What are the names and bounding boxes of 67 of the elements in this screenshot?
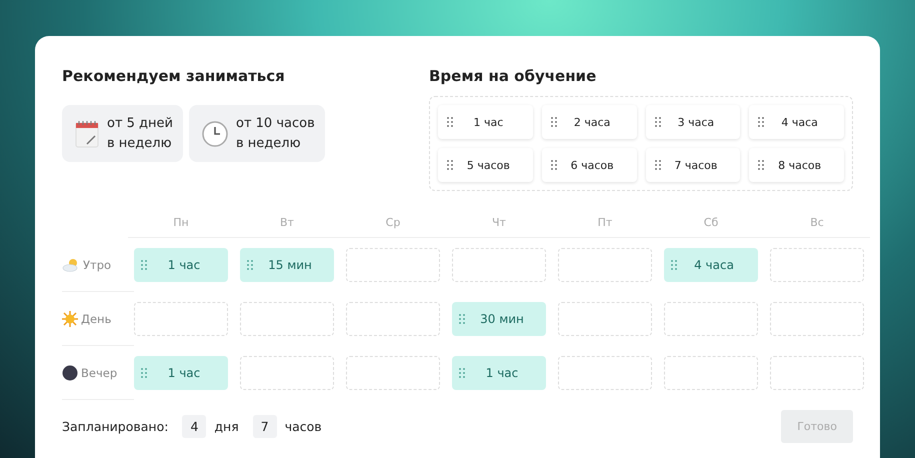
day-header: Ср — [340, 209, 446, 238]
day-header: Вс — [764, 209, 870, 238]
drag-handle-icon[interactable] — [459, 368, 465, 378]
drag-handle-icon[interactable] — [247, 260, 253, 270]
empty-slot[interactable] — [558, 356, 652, 390]
empty-slot[interactable] — [770, 248, 864, 282]
time-chip[interactable]: 5 часов — [438, 148, 533, 182]
day-header: Пн — [128, 209, 234, 238]
drag-handle-icon[interactable] — [447, 160, 453, 170]
day-header: Чт — [446, 209, 552, 238]
time-chip[interactable]: 1 час — [438, 105, 533, 139]
scheduled-chip[interactable]: 15 мин — [240, 248, 334, 282]
empty-slot[interactable] — [134, 302, 228, 336]
drag-handle-icon[interactable] — [654, 160, 660, 170]
empty-slot[interactable] — [452, 248, 546, 282]
drag-handle-icon[interactable] — [758, 160, 764, 170]
drag-handle-icon[interactable] — [654, 117, 660, 127]
scheduled-chip[interactable]: 4 часа — [664, 248, 758, 282]
time-chip[interactable]: 4 часа — [749, 105, 844, 139]
day-header: Сб — [658, 209, 764, 238]
section-title: Время на обучение — [429, 66, 598, 87]
days-unit: дня — [214, 419, 239, 434]
scheduled-chip[interactable]: 1 час — [452, 356, 546, 390]
empty-slot[interactable] — [346, 248, 440, 282]
time-chip[interactable]: 8 часов — [749, 148, 844, 182]
clock-icon — [202, 120, 228, 146]
drag-handle-icon[interactable] — [141, 260, 147, 270]
row-label: Вечер — [81, 366, 118, 380]
empty-slot[interactable] — [558, 248, 652, 282]
time-chip[interactable]: 2 часа — [542, 105, 636, 139]
sun-icon — [62, 310, 78, 326]
drag-handle-icon[interactable] — [447, 117, 453, 127]
empty-slot[interactable] — [240, 356, 334, 390]
empty-slot[interactable] — [770, 302, 864, 336]
empty-slot[interactable] — [664, 302, 758, 336]
empty-slot[interactable] — [346, 302, 440, 336]
scheduled-chip[interactable]: 1 час — [134, 248, 228, 282]
scheduled-chip[interactable]: 1 час — [134, 356, 228, 390]
planned-label: Запланировано: — [62, 419, 168, 434]
empty-slot[interactable] — [770, 356, 864, 390]
days-value: 4 — [182, 415, 206, 438]
row-label: Утро — [83, 258, 112, 272]
empty-slot[interactable] — [346, 356, 440, 390]
empty-slot[interactable] — [240, 302, 334, 336]
drag-handle-icon[interactable] — [758, 117, 764, 127]
day-header: Вт — [234, 209, 340, 238]
empty-slot[interactable] — [664, 356, 758, 390]
time-chip[interactable]: 3 часа — [646, 105, 740, 139]
drag-handle-icon[interactable] — [459, 314, 465, 324]
empty-slot[interactable] — [558, 302, 652, 336]
hours-unit: часов — [284, 419, 322, 434]
section-title: Рекомендуем заниматься — [62, 66, 286, 87]
calendar-icon — [75, 120, 99, 148]
hours-value: 7 — [252, 415, 277, 438]
drag-handle-icon[interactable] — [671, 260, 677, 270]
scheduled-chip[interactable]: 30 мин — [452, 302, 546, 336]
badge-text: от 10 часов в неделю — [236, 114, 315, 152]
badge-text: от 5 дней в неделю — [107, 114, 173, 152]
drag-handle-icon[interactable] — [550, 160, 557, 170]
moon-icon — [62, 364, 78, 380]
row-label: День — [81, 312, 112, 326]
day-header: Пт — [552, 209, 658, 238]
time-chip[interactable]: 7 часов — [646, 148, 740, 182]
time-chip[interactable]: 6 часов — [542, 148, 636, 182]
drag-handle-icon[interactable] — [550, 117, 557, 127]
cloud-sun-icon — [62, 258, 80, 272]
drag-handle-icon[interactable] — [141, 368, 147, 378]
